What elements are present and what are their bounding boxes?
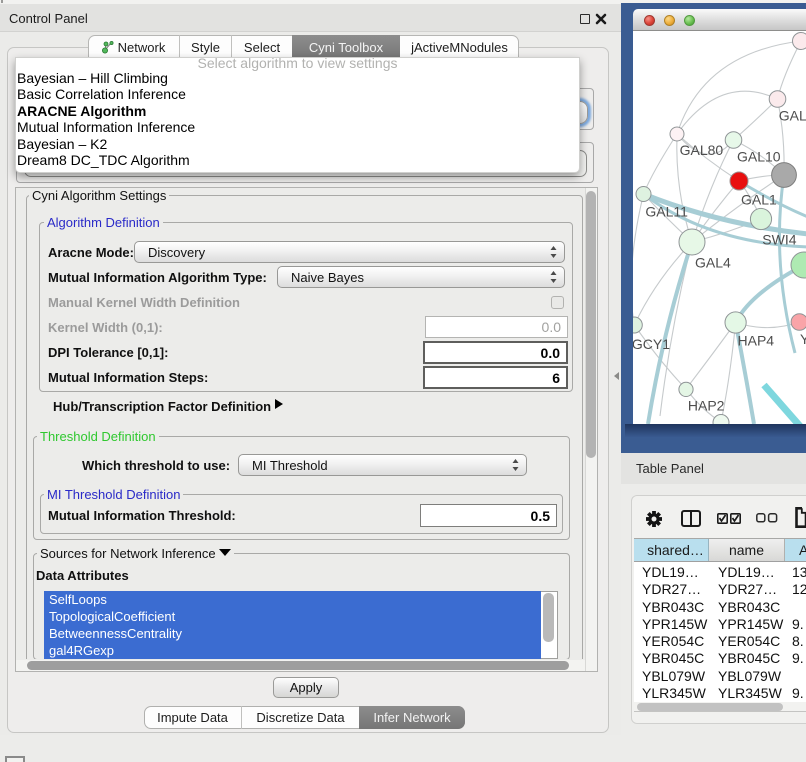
svg-text:GCY1: GCY1	[633, 336, 670, 352]
svg-text:HAP2: HAP2	[688, 397, 725, 413]
svg-text:GAL80: GAL80	[680, 142, 724, 158]
svg-text:HAP4: HAP4	[738, 333, 775, 349]
svg-text:GAL4: GAL4	[695, 254, 731, 270]
svg-text:Y: Y	[800, 331, 806, 347]
svg-text:GAL7: GAL7	[779, 108, 806, 124]
svg-text:GAL1: GAL1	[741, 192, 777, 208]
svg-text:SWI4: SWI4	[762, 232, 796, 248]
svg-text:GAL11: GAL11	[645, 203, 688, 219]
svg-text:GAL10: GAL10	[737, 149, 781, 165]
